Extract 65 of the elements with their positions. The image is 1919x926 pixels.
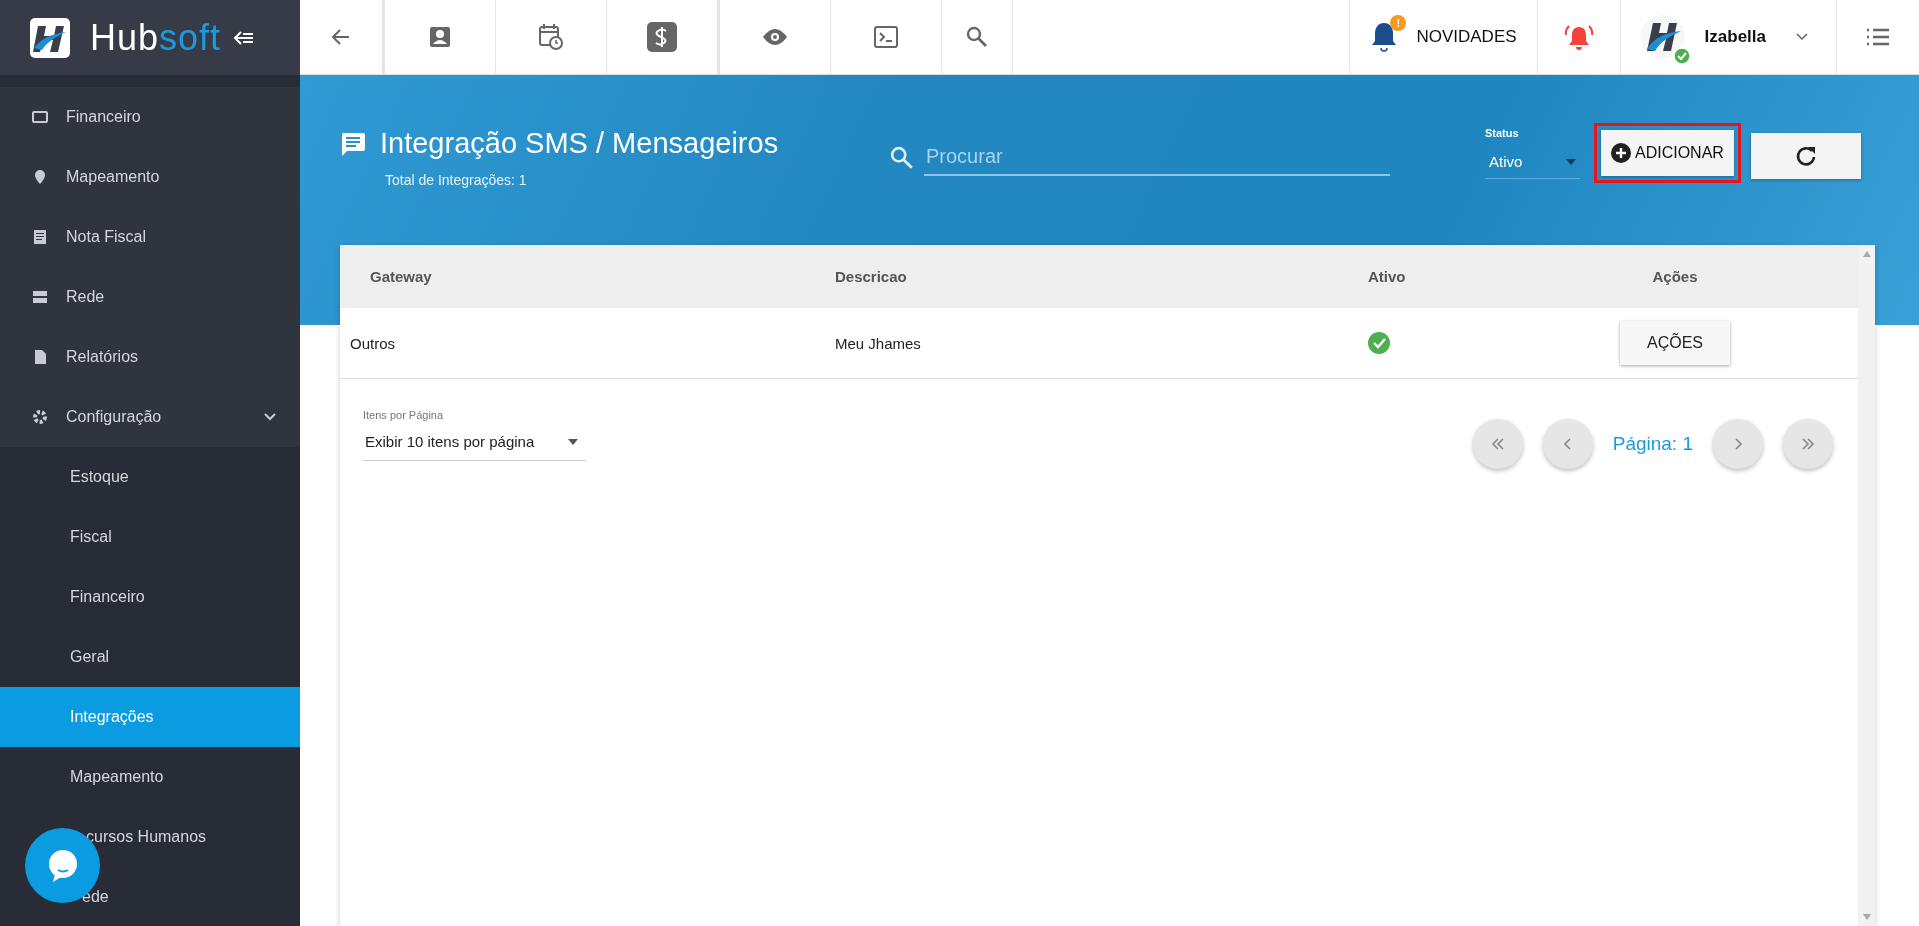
chevron-right-icon bbox=[1734, 438, 1742, 450]
page-title: Integração SMS / Mensageiros bbox=[380, 127, 779, 160]
scrollbar[interactable] bbox=[1858, 245, 1875, 926]
scroll-down-icon[interactable] bbox=[1862, 914, 1871, 920]
brand-name: Hubsoft bbox=[90, 16, 222, 59]
page-subtitle: Total de Integrações: 1 bbox=[385, 172, 528, 188]
page-indicator: Página: 1 bbox=[1612, 433, 1693, 455]
per-page-label: Itens por Página bbox=[363, 409, 445, 421]
news-button[interactable]: ! NOVIDADES bbox=[1349, 0, 1538, 74]
chevron-left-icon bbox=[1563, 438, 1572, 450]
refresh-button[interactable] bbox=[1750, 133, 1861, 179]
column-header: Ações bbox=[1651, 268, 1699, 285]
alarm-bell-icon bbox=[1563, 23, 1594, 51]
dollar-icon bbox=[647, 22, 677, 52]
column-header: Ativo bbox=[1367, 268, 1407, 285]
previous-page-button[interactable] bbox=[1542, 419, 1593, 469]
sidebar-item[interactable]: Mapeamento bbox=[0, 147, 300, 207]
add-button[interactable]: ADICIONAR bbox=[1601, 130, 1734, 176]
per-page-select[interactable]: Exibir 10 itens por página bbox=[363, 429, 586, 461]
refresh-icon bbox=[1794, 145, 1817, 167]
last-page-button[interactable] bbox=[1783, 419, 1833, 469]
scroll-up-icon[interactable] bbox=[1862, 251, 1871, 257]
sidebar-item[interactable]: Relatórios bbox=[0, 327, 300, 387]
sidebar-item[interactable]: Estoque bbox=[0, 447, 300, 507]
column-header: Descricao bbox=[835, 268, 908, 285]
sidebar-item[interactable]: cursos Humanos bbox=[0, 807, 300, 867]
table-cell-text: Outros bbox=[349, 334, 396, 352]
sidebar-item[interactable]: Configuração bbox=[0, 387, 300, 447]
search-icon bbox=[966, 26, 988, 48]
sidebar-item[interactable]: Mapeamento bbox=[0, 747, 300, 807]
caret-icon bbox=[1566, 158, 1576, 165]
search-field[interactable]: Procurar bbox=[924, 139, 1390, 176]
double-chevron-right-icon bbox=[1801, 438, 1815, 450]
logo-icon bbox=[30, 17, 70, 58]
back-arrow-icon bbox=[331, 27, 351, 47]
contact-card-icon bbox=[429, 26, 451, 48]
status-label: Status bbox=[1485, 127, 1520, 139]
sidebar-item[interactable]: Rede bbox=[0, 267, 300, 327]
list-icon bbox=[1866, 27, 1890, 47]
avatar-logo-icon bbox=[1640, 15, 1685, 59]
double-chevron-left-icon bbox=[1490, 438, 1505, 450]
terminal-icon bbox=[874, 26, 898, 48]
actions-button[interactable]: AÇÕES bbox=[1620, 321, 1730, 365]
eye-icon bbox=[762, 28, 788, 46]
collapse-icon[interactable] bbox=[233, 29, 256, 46]
notification-badge: ! bbox=[1390, 15, 1407, 31]
message-icon bbox=[340, 130, 366, 157]
calendar-clock-icon bbox=[539, 24, 563, 50]
next-page-button[interactable] bbox=[1713, 419, 1763, 469]
plus-icon bbox=[1611, 143, 1631, 163]
sidebar-item[interactable]: Geral bbox=[0, 627, 300, 687]
chevron-icon bbox=[1796, 33, 1808, 41]
user-menu[interactable]: Izabella bbox=[1620, 0, 1837, 74]
sidebar-item[interactable]: ede bbox=[0, 867, 300, 926]
sidebar-item[interactable]: Financeiro bbox=[0, 87, 300, 147]
sidebar-item[interactable]: Financeiro bbox=[0, 567, 300, 627]
caret-icon bbox=[568, 438, 578, 445]
search-icon bbox=[890, 145, 914, 170]
first-page-button[interactable] bbox=[1472, 419, 1523, 469]
sidebar-item[interactable]: Nota Fiscal bbox=[0, 207, 300, 267]
status-select[interactable]: Ativo bbox=[1485, 147, 1580, 179]
sidebar-item[interactable]: Fiscal bbox=[0, 507, 300, 567]
column-header: Gateway bbox=[369, 268, 433, 285]
table-cell-text: Meu Jhames bbox=[835, 334, 922, 352]
bell-icon bbox=[1370, 21, 1399, 53]
